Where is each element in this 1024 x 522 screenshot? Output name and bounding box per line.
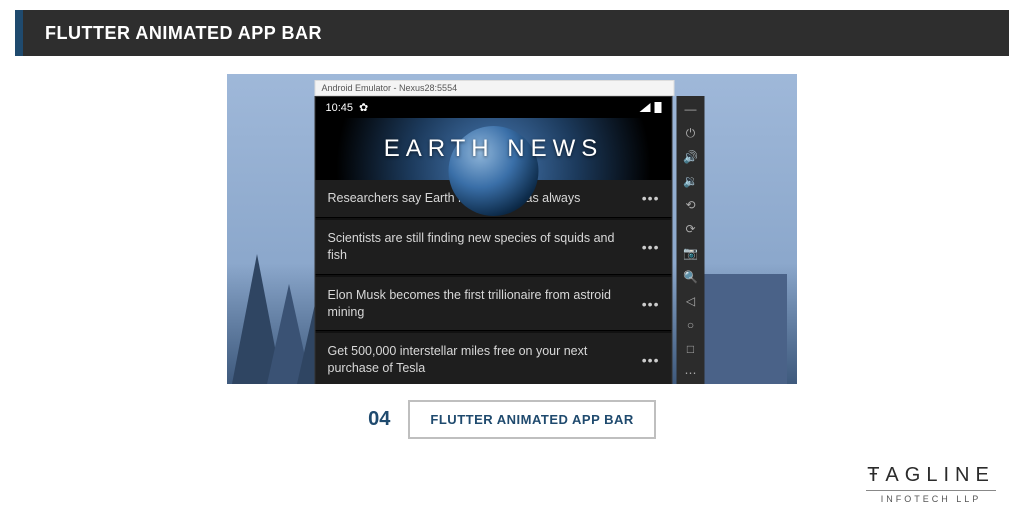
news-headline: Elon Musk becomes the first trillionaire… [328, 287, 642, 321]
more-icon[interactable]: ••• [642, 296, 660, 312]
volume-up-icon[interactable]: 🔊 [684, 150, 698, 164]
title-accent [15, 10, 23, 56]
volume-down-icon[interactable]: 🔉 [684, 174, 698, 188]
back-icon[interactable]: ◁ [684, 294, 698, 308]
building-silhouette [697, 274, 787, 384]
rotate-left-icon[interactable]: ⟲ [684, 198, 698, 212]
more-icon[interactable]: ••• [642, 190, 660, 206]
app-header: EARTH NEWS [316, 118, 672, 180]
list-item[interactable]: Scientists are still finding new species… [316, 220, 672, 275]
list-item[interactable]: Elon Musk becomes the first trillionaire… [316, 277, 672, 332]
brand-subtitle: INFOTECH LLP [866, 494, 996, 504]
signal-icon [640, 103, 651, 112]
news-headline: Scientists are still finding new species… [328, 230, 642, 264]
minimize-icon[interactable]: — [684, 102, 698, 116]
battery-icon [655, 102, 662, 113]
phone-screen: 10:45 ✿ EARTH NEWS Researchers say Earth… [315, 96, 673, 384]
caption-label: FLUTTER ANIMATED APP BAR [408, 400, 655, 439]
power-icon[interactable]: ⏻ [684, 126, 698, 140]
more-icon[interactable]: ••• [642, 352, 660, 368]
brand-name: ŦAGLINE [866, 464, 996, 487]
zoom-icon[interactable]: 🔍 [684, 270, 698, 284]
brand-divider [866, 490, 996, 491]
news-headline: Get 500,000 interstellar miles free on y… [328, 343, 642, 377]
title-bar: FLUTTER ANIMATED APP BAR [15, 10, 1009, 56]
more-icon[interactable]: ⋯ [684, 366, 698, 380]
emulator-titlebar: Android Emulator - Nexus28:5554 [315, 80, 675, 96]
status-time: 10:45 [326, 102, 354, 114]
emulator-toolbar: — ⏻ 🔊 🔉 ⟲ ⟳ 📷 🔍 ◁ ○ □ ⋯ [677, 96, 705, 384]
more-icon[interactable]: ••• [642, 239, 660, 255]
hero-image: Android Emulator - Nexus28:5554 10:45 ✿ … [227, 74, 797, 384]
app-title: EARTH NEWS [384, 135, 604, 163]
caption-number: 04 [368, 408, 390, 431]
camera-icon[interactable]: 📷 [684, 246, 698, 260]
list-item[interactable]: Get 500,000 interstellar miles free on y… [316, 333, 672, 384]
rotate-right-icon[interactable]: ⟳ [684, 222, 698, 236]
gear-icon: ✿ [359, 101, 368, 114]
caption-row: 04 FLUTTER ANIMATED APP BAR [0, 400, 1024, 439]
overview-icon[interactable]: □ [684, 342, 698, 356]
title-text: FLUTTER ANIMATED APP BAR [23, 10, 1009, 56]
home-icon[interactable]: ○ [684, 318, 698, 332]
brand-logo: ŦAGLINE INFOTECH LLP [866, 464, 996, 504]
status-bar: 10:45 ✿ [316, 97, 672, 118]
emulator-window: Android Emulator - Nexus28:5554 10:45 ✿ … [315, 82, 710, 384]
